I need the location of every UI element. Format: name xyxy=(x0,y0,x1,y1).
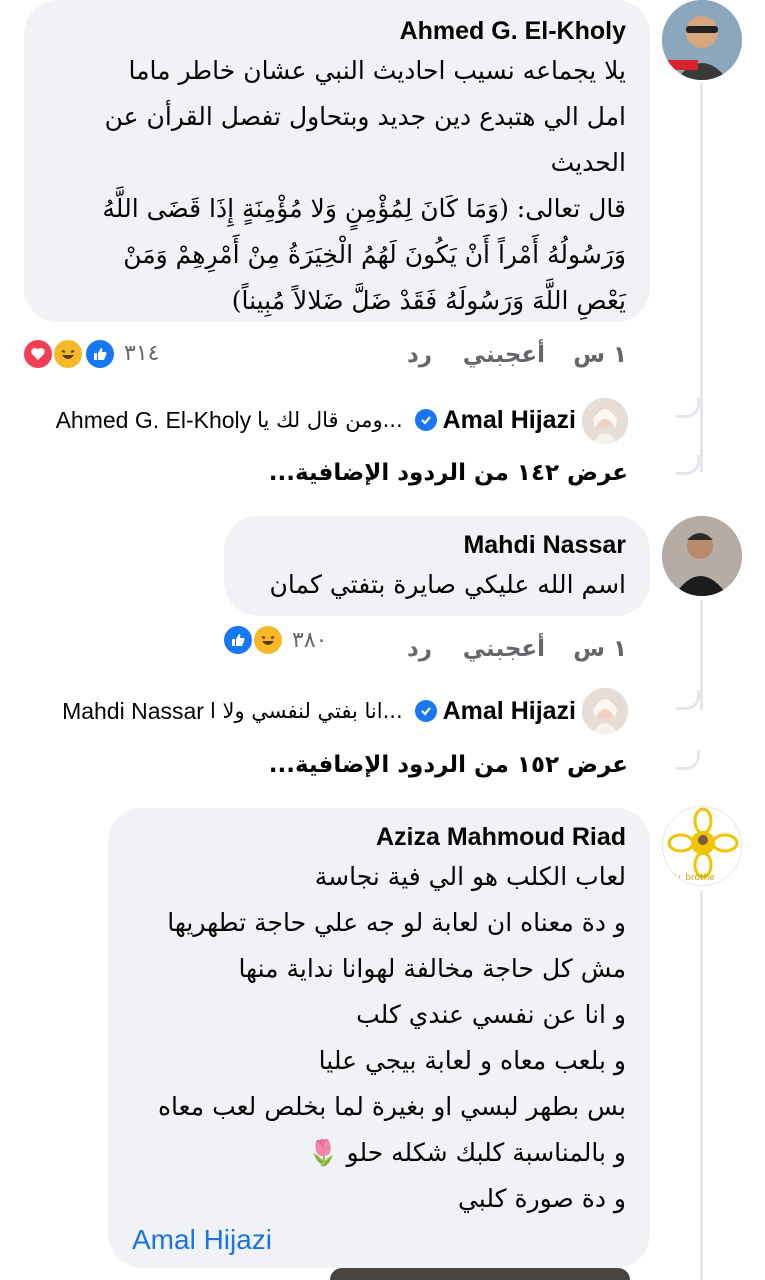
avatar-caption: ly_brothe xyxy=(673,873,715,883)
verified-badge-icon xyxy=(414,409,437,431)
comment-actions: ١ س أعجبني رد xyxy=(0,634,765,668)
comment-text: اسم الله عليكي صايرة بتفتي كمان xyxy=(269,570,626,599)
avatar[interactable] xyxy=(582,688,628,734)
avatar[interactable] xyxy=(662,0,742,80)
comment-image[interactable] xyxy=(330,1268,630,1280)
comment-text: يلا يجماعه نسيب احاديث النبي عشان خاطر م… xyxy=(104,56,626,177)
thread-branch xyxy=(676,398,700,418)
love-icon xyxy=(22,338,54,370)
reply-button[interactable]: رد xyxy=(407,636,432,662)
comment-time: ١ س xyxy=(573,636,627,662)
comment-quote: قال تعالى: (وَمَا كَانَ لِمُؤْمِنٍ وَلا … xyxy=(102,194,626,315)
like-button[interactable]: أعجبني xyxy=(463,636,545,662)
comment-author[interactable]: Ahmed G. El-Kholy xyxy=(48,14,626,48)
reply-preview[interactable]: Ahmed G. El-Kholy ومن قال لك يا... Amal … xyxy=(24,400,576,440)
like-icon xyxy=(84,338,116,370)
thread-branch xyxy=(676,750,700,770)
reply-mention[interactable]: Mahdi Nassar xyxy=(62,698,204,725)
comment-text: لعاب الكلب هو الي فية نجاسة و دة معناه ا… xyxy=(157,862,626,1213)
haha-icon xyxy=(52,338,84,370)
like-button[interactable]: أعجبني xyxy=(463,342,545,368)
reaction-count[interactable]: ٣٨٠ xyxy=(292,628,327,653)
reply-author[interactable]: Amal Hijazi xyxy=(443,697,576,726)
reply-mention[interactable]: Ahmed G. El-Kholy xyxy=(56,407,252,434)
comment-bubble[interactable]: Ahmed G. El-Kholy يلا يجماعه نسيب احاديث… xyxy=(24,0,650,322)
avatar[interactable] xyxy=(662,516,742,596)
thread-branch xyxy=(676,690,700,710)
avatar[interactable] xyxy=(582,398,628,444)
comment-time: ١ س xyxy=(573,342,627,368)
comment-author[interactable]: Aziza Mahmoud Riad xyxy=(132,820,626,854)
comment-bubble[interactable]: Aziza Mahmoud Riad لعاب الكلب هو الي فية… xyxy=(108,808,650,1268)
like-icon xyxy=(222,624,254,656)
haha-icon xyxy=(252,624,284,656)
comment-bubble[interactable]: Mahdi Nassar اسم الله عليكي صايرة بتفتي … xyxy=(224,516,650,616)
view-more-replies[interactable]: عرض ١٤٢ من الردود الإضافية... xyxy=(269,460,628,486)
tagged-user-link[interactable]: Amal Hijazi xyxy=(132,1224,272,1255)
reply-snippet: ومن قال لك يا... xyxy=(257,408,403,432)
reply-preview[interactable]: Mahdi Nassar انا بفتي لنفسي ولا ا... Ama… xyxy=(24,691,576,731)
reply-button[interactable]: رد xyxy=(407,342,432,368)
avatar[interactable]: ly_brothe xyxy=(662,806,742,886)
thread-line xyxy=(700,82,703,472)
reaction-count[interactable]: ٣١٤ xyxy=(124,341,159,366)
thread-line xyxy=(700,890,703,1280)
comment-author[interactable]: Mahdi Nassar xyxy=(248,528,626,562)
verified-badge-icon xyxy=(414,700,437,722)
reply-snippet: انا بفتي لنفسي ولا ا... xyxy=(209,699,403,723)
thread-branch xyxy=(676,455,700,475)
view-more-replies[interactable]: عرض ١٥٢ من الردود الإضافية... xyxy=(269,752,628,778)
reply-author[interactable]: Amal Hijazi xyxy=(443,406,576,435)
